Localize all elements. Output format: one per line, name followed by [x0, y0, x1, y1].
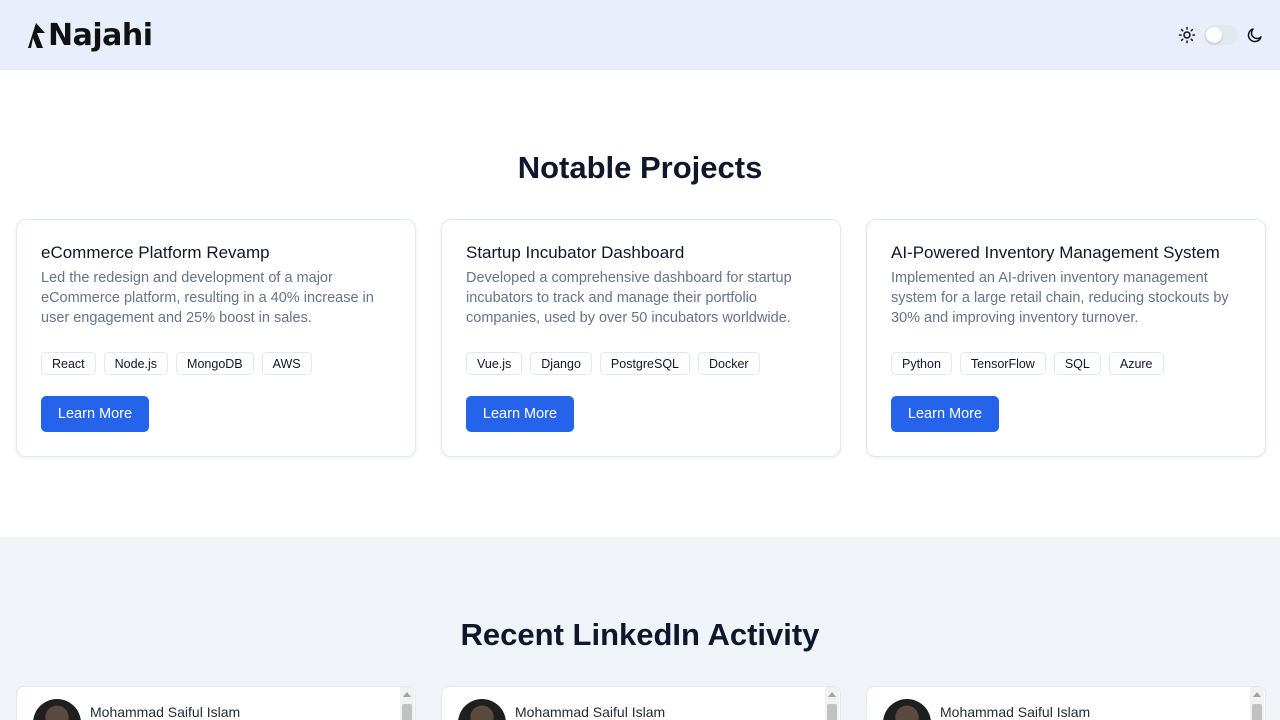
- tech-tag: MongoDB: [176, 352, 254, 375]
- avatar: [33, 699, 81, 720]
- tech-tag: PostgreSQL: [599, 352, 690, 375]
- scrollbar[interactable]: [1250, 687, 1264, 720]
- post-author[interactable]: Mohammad Saiful Islam: [940, 704, 1090, 720]
- linkedin-title: Recent LinkedIn Activity: [460, 617, 820, 652]
- tech-tag: Azure: [1108, 352, 1164, 375]
- theme-toggle[interactable]: [1204, 25, 1238, 45]
- projects-section: Notable Projects eCommerce Platform Reva…: [0, 70, 1280, 537]
- logo-mark-icon: [28, 23, 45, 48]
- tech-tag: SQL: [1053, 352, 1101, 375]
- scroll-up-arrow-icon[interactable]: [403, 692, 411, 697]
- site-header: Najahi: [0, 0, 1280, 70]
- project-card: AI-Powered Inventory Management System I…: [866, 219, 1266, 457]
- tech-tags: Python TensorFlow SQL Azure: [891, 352, 1241, 375]
- project-card: eCommerce Platform Revamp Led the redesi…: [16, 219, 416, 457]
- learn-more-button[interactable]: Learn More: [466, 396, 574, 432]
- project-title: Startup Incubator Dashboard: [466, 243, 685, 262]
- tech-tag: Node.js: [103, 352, 169, 375]
- project-description: Led the redesign and development of a ma…: [41, 270, 374, 326]
- tech-tag: Docker: [698, 352, 760, 375]
- scroll-thumb[interactable]: [402, 704, 412, 720]
- tech-tag: Python: [891, 352, 952, 375]
- logo[interactable]: Najahi: [26, 18, 153, 53]
- moon-icon: [1247, 28, 1262, 43]
- tech-tag: React: [41, 352, 96, 375]
- linkedin-post-embed[interactable]: Mohammad Saiful Islam: [866, 686, 1266, 720]
- tech-tag: Django: [530, 352, 592, 375]
- scrollbar[interactable]: [825, 687, 839, 720]
- post-author[interactable]: Mohammad Saiful Islam: [90, 704, 240, 720]
- scrollbar[interactable]: [400, 687, 414, 720]
- post-author[interactable]: Mohammad Saiful Islam: [515, 704, 665, 720]
- scroll-up-arrow-icon[interactable]: [1253, 692, 1261, 697]
- tech-tags: Vue.js Django PostgreSQL Docker: [466, 352, 816, 375]
- avatar: [883, 699, 931, 720]
- theme-controls: [1178, 25, 1264, 45]
- project-title: eCommerce Platform Revamp: [41, 243, 270, 262]
- theme-toggle-knob: [1206, 27, 1222, 43]
- learn-more-button[interactable]: Learn More: [41, 396, 149, 432]
- tech-tag: AWS: [261, 352, 312, 375]
- projects-title: Notable Projects: [517, 150, 763, 185]
- learn-more-button[interactable]: Learn More: [891, 396, 999, 432]
- project-title: AI-Powered Inventory Management System: [891, 243, 1220, 262]
- scroll-thumb[interactable]: [1252, 704, 1262, 720]
- tech-tag: TensorFlow: [959, 352, 1046, 375]
- scroll-thumb[interactable]: [827, 704, 837, 720]
- project-description: Implemented an AI-driven inventory manag…: [891, 270, 1229, 326]
- linkedin-post-embed[interactable]: Mohammad Saiful Islam: [441, 686, 841, 720]
- tech-tag: Vue.js: [466, 352, 523, 375]
- project-description: Developed a comprehensive dashboard for …: [466, 270, 792, 326]
- avatar: [458, 699, 506, 720]
- tech-tags: React Node.js MongoDB AWS: [41, 352, 391, 375]
- scroll-up-arrow-icon[interactable]: [828, 692, 836, 697]
- project-card: Startup Incubator Dashboard Developed a …: [441, 219, 841, 457]
- linkedin-post-embed[interactable]: Mohammad Saiful Islam: [16, 686, 416, 720]
- sun-icon: [1178, 26, 1196, 44]
- logo-text: Najahi: [48, 17, 153, 53]
- linkedin-section: Recent LinkedIn Activity Mohammad Saiful…: [0, 537, 1280, 720]
